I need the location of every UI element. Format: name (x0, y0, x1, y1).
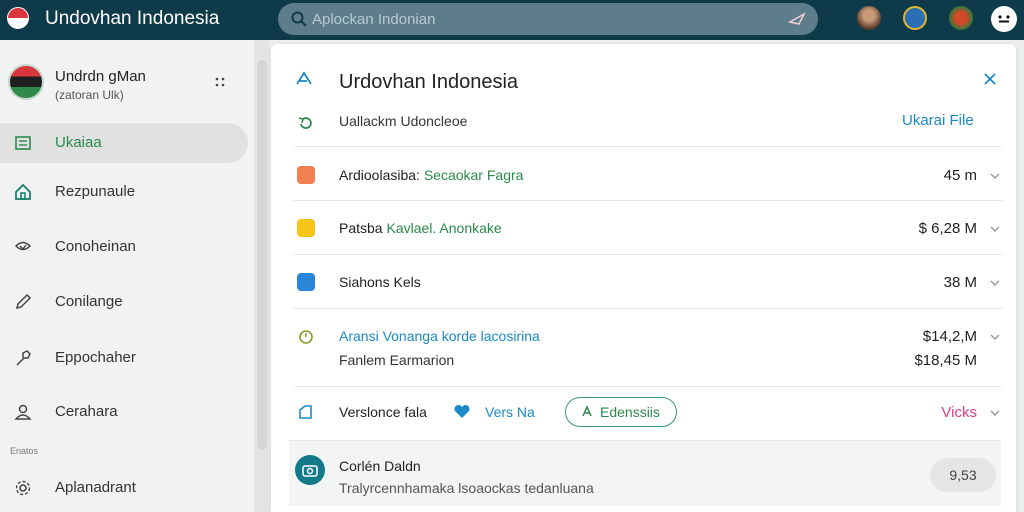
search-input[interactable] (312, 3, 752, 35)
subheader-label: Uallackm Udoncleoe (339, 113, 468, 129)
file-link[interactable]: Ukarai File (902, 112, 974, 129)
pill-label: Edenssiis (600, 404, 660, 420)
sidebar-item-label: Aplanadrant (55, 479, 136, 496)
sidebar-item-aplanadrant[interactable]: Aplanadrant (0, 468, 248, 508)
profile-avatar[interactable] (8, 64, 44, 100)
footer-subtitle: Tralyrcennhamaka lsoaockas tedanluana (339, 480, 594, 496)
flag-avatar[interactable] (949, 6, 973, 30)
heart-tag-icon (454, 404, 470, 418)
status-pill-button[interactable]: Edenssiis (565, 397, 677, 427)
chevron-down-icon[interactable] (989, 407, 1001, 419)
profile-subtitle: (zatoran Ulk) (55, 88, 124, 102)
detail-panel: Urdovhan Indonesia Uallackm Udoncleoe Uk… (271, 44, 1016, 512)
sidebar-item-label: Conoheinan (55, 238, 136, 255)
footer-title: Corlén Daldn (339, 458, 421, 474)
bell-icon (582, 405, 592, 417)
top-bar: Undovhan Indonesia (0, 0, 1024, 40)
sidebar-item-rezpunaule[interactable]: Rezpunaule (0, 172, 248, 212)
timer-icon (299, 330, 313, 344)
row-value: 45 m (943, 167, 977, 184)
row-subtitle: Fanlem Earmarion (339, 352, 455, 368)
camera-icon (295, 455, 325, 485)
search-bar[interactable] (278, 3, 818, 35)
house-icon (15, 183, 31, 200)
more-menu-button[interactable] (991, 6, 1017, 32)
list-item[interactable]: Ardioolasiba: Secaokar Fagra 45 m (293, 146, 1003, 200)
sidebar-item-conoheinan[interactable]: Conoheinan (0, 227, 248, 267)
version-tag[interactable]: Vers Na (485, 404, 535, 420)
refresh-icon[interactable] (297, 114, 315, 132)
version-row: Verslonce fala Vers Na Edenssiis Vicks (293, 386, 1003, 440)
list-item[interactable]: Siahons Kels 38 M (293, 254, 1003, 308)
profile-name: Undrdn gMan (55, 68, 146, 85)
sidebar-item-label: Cerahara (55, 403, 118, 420)
row-value: $ 6,28 M (918, 220, 977, 237)
plane-icon[interactable] (788, 10, 806, 28)
panel-title: Urdovhan Indonesia (339, 71, 519, 93)
orange-badge-icon (297, 166, 315, 184)
sidebar-item-ukaiaa[interactable]: Ukaiaa (0, 123, 248, 163)
list-item[interactable]: Patsba Kavlael. Anonkake $ 6,28 M (293, 200, 1003, 254)
gear-icon (15, 480, 31, 496)
row-text: Siahons Kels (339, 274, 421, 290)
list-icon (15, 136, 31, 150)
count-badge[interactable]: 9,53 (930, 458, 996, 492)
blue-badge-icon (297, 273, 315, 291)
row-value-secondary: $18,45 M (914, 352, 977, 369)
row-value: $14,2,M (922, 328, 977, 345)
list-item[interactable]: Aransi Vonanga korde lacosirina Fanlem E… (293, 308, 1003, 386)
close-icon[interactable] (981, 70, 999, 88)
shield-icon (14, 241, 32, 251)
dots-icon (998, 15, 1010, 23)
flag-logo-icon (7, 7, 29, 29)
sidebar-item-label: Eppochaher (55, 349, 136, 366)
sidebar-item-eppochaher[interactable]: Eppochaher (0, 338, 248, 378)
row-highlight: Secaokar Fagra (423, 167, 524, 183)
sidebar: Undrdn gMan (zatoran Ulk) Ukaiaa Rezpuna… (0, 40, 255, 512)
back-icon[interactable] (295, 70, 313, 88)
sidebar-item-cerahara[interactable]: Cerahara (0, 392, 248, 432)
dots-icon (215, 77, 225, 87)
sidebar-item-conilange[interactable]: Conilange (0, 282, 248, 322)
tag-icon (299, 405, 312, 419)
person-icon (14, 404, 32, 420)
sidebar-item-label: Ukaiaa (55, 134, 102, 151)
row-text: Patsba Kavlael. Anonkake (339, 220, 502, 236)
chevron-down-icon[interactable] (989, 223, 1001, 235)
sidebar-scrollbar[interactable] (255, 40, 269, 512)
search-icon (291, 11, 307, 27)
sidebar-item-label: Conilange (55, 293, 123, 310)
row-value: 38 M (943, 274, 977, 291)
pencil-icon (15, 293, 32, 310)
row-highlight: Kavlael. Anonkake (386, 220, 502, 236)
app-title: Undovhan Indonesia (45, 8, 220, 29)
chevron-down-icon[interactable] (989, 277, 1001, 289)
scroll-thumb[interactable] (257, 60, 267, 450)
globe-avatar[interactable] (903, 6, 927, 30)
chevron-down-icon[interactable] (989, 331, 1001, 343)
hammer-icon (16, 350, 31, 366)
row-title: Aransi Vonanga korde lacosirina (339, 328, 540, 344)
user-avatar[interactable] (857, 6, 881, 30)
section-label: Enatos (10, 446, 39, 456)
version-label: Verslonce fala (339, 404, 427, 420)
yellow-badge-icon (297, 219, 315, 237)
footer-row[interactable]: Corlén Daldn Tralyrcennhamaka lsoaockas … (289, 440, 1001, 506)
sidebar-item-label: Rezpunaule (55, 183, 136, 200)
row-text: Ardioolasiba: Secaokar Fagra (339, 167, 524, 183)
version-value: Vicks (941, 404, 977, 421)
chevron-down-icon[interactable] (989, 170, 1001, 182)
profile-menu-button[interactable] (214, 76, 226, 91)
